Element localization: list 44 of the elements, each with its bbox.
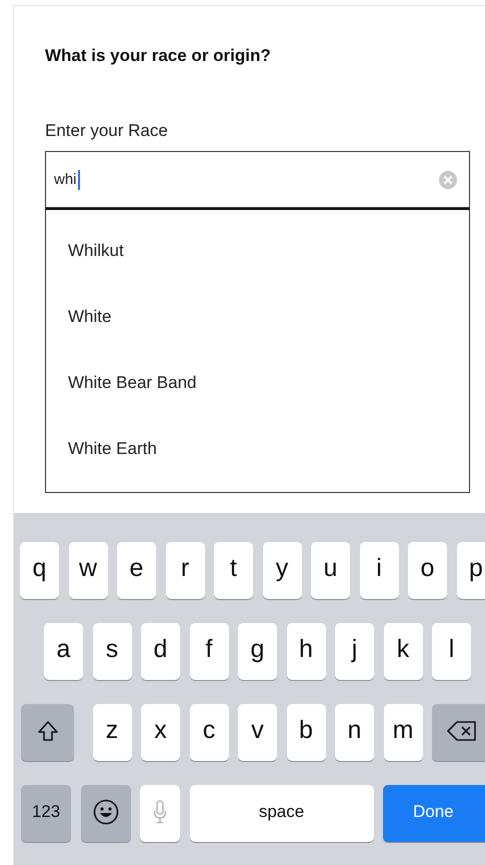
suggestion-item[interactable]: White Earth [46, 416, 157, 482]
shift-key[interactable] [21, 704, 74, 761]
keyboard-key[interactable]: h [286, 623, 326, 680]
keyboard-key[interactable]: x [141, 704, 180, 761]
keyboard-key[interactable]: n [335, 704, 374, 761]
keyboard-key[interactable]: k [384, 623, 422, 680]
keyboard-key[interactable]: i [360, 542, 398, 599]
delete-icon [447, 720, 477, 742]
keyboard-key[interactable]: z [92, 704, 132, 761]
keyboard-key[interactable]: d [141, 623, 180, 680]
done-key[interactable]: Done [383, 785, 485, 842]
keyboard-key[interactable]: c [190, 704, 228, 761]
field-label: Enter your Race [45, 121, 168, 141]
keyboard-key[interactable]: u [311, 542, 350, 599]
suggestion-item[interactable]: White [46, 284, 112, 350]
space-key[interactable]: space [190, 785, 374, 842]
numbers-key[interactable]: 123 [21, 785, 71, 842]
keyboard-key[interactable]: y [262, 542, 302, 599]
keyboard-key[interactable]: q [20, 542, 59, 599]
microphone-icon [153, 800, 167, 824]
emoji-key[interactable] [80, 785, 130, 842]
keyboard-key[interactable]: r [166, 542, 204, 599]
race-input-field[interactable]: whi [45, 151, 470, 208]
keyboard-key[interactable]: e [117, 542, 156, 599]
keyboard-key[interactable]: l [432, 623, 471, 680]
suggestion-item[interactable]: White Bear Band [46, 350, 197, 416]
suggestion-item[interactable]: Whilkut [46, 218, 124, 284]
keyboard-key[interactable]: b [286, 704, 326, 761]
keyboard-key[interactable]: s [92, 623, 132, 680]
question-heading: What is your race or origin? [45, 46, 271, 66]
delete-key[interactable] [432, 704, 485, 761]
keyboard-key[interactable]: t [214, 542, 253, 599]
keyboard-key[interactable]: j [335, 623, 374, 680]
keyboard-key[interactable]: o [408, 542, 447, 599]
keyboard-key[interactable]: f [190, 623, 228, 680]
keyboard-key[interactable]: m [384, 704, 422, 761]
keyboard-key[interactable]: g [238, 623, 277, 680]
keyboard-key[interactable]: w [68, 542, 108, 599]
keyboard-key[interactable]: v [238, 704, 277, 761]
text-cursor [78, 170, 80, 190]
shift-icon [36, 720, 58, 742]
keyboard-key[interactable]: p [456, 542, 485, 599]
smiley-icon [92, 798, 118, 824]
keyboard-key[interactable]: a [44, 623, 83, 680]
